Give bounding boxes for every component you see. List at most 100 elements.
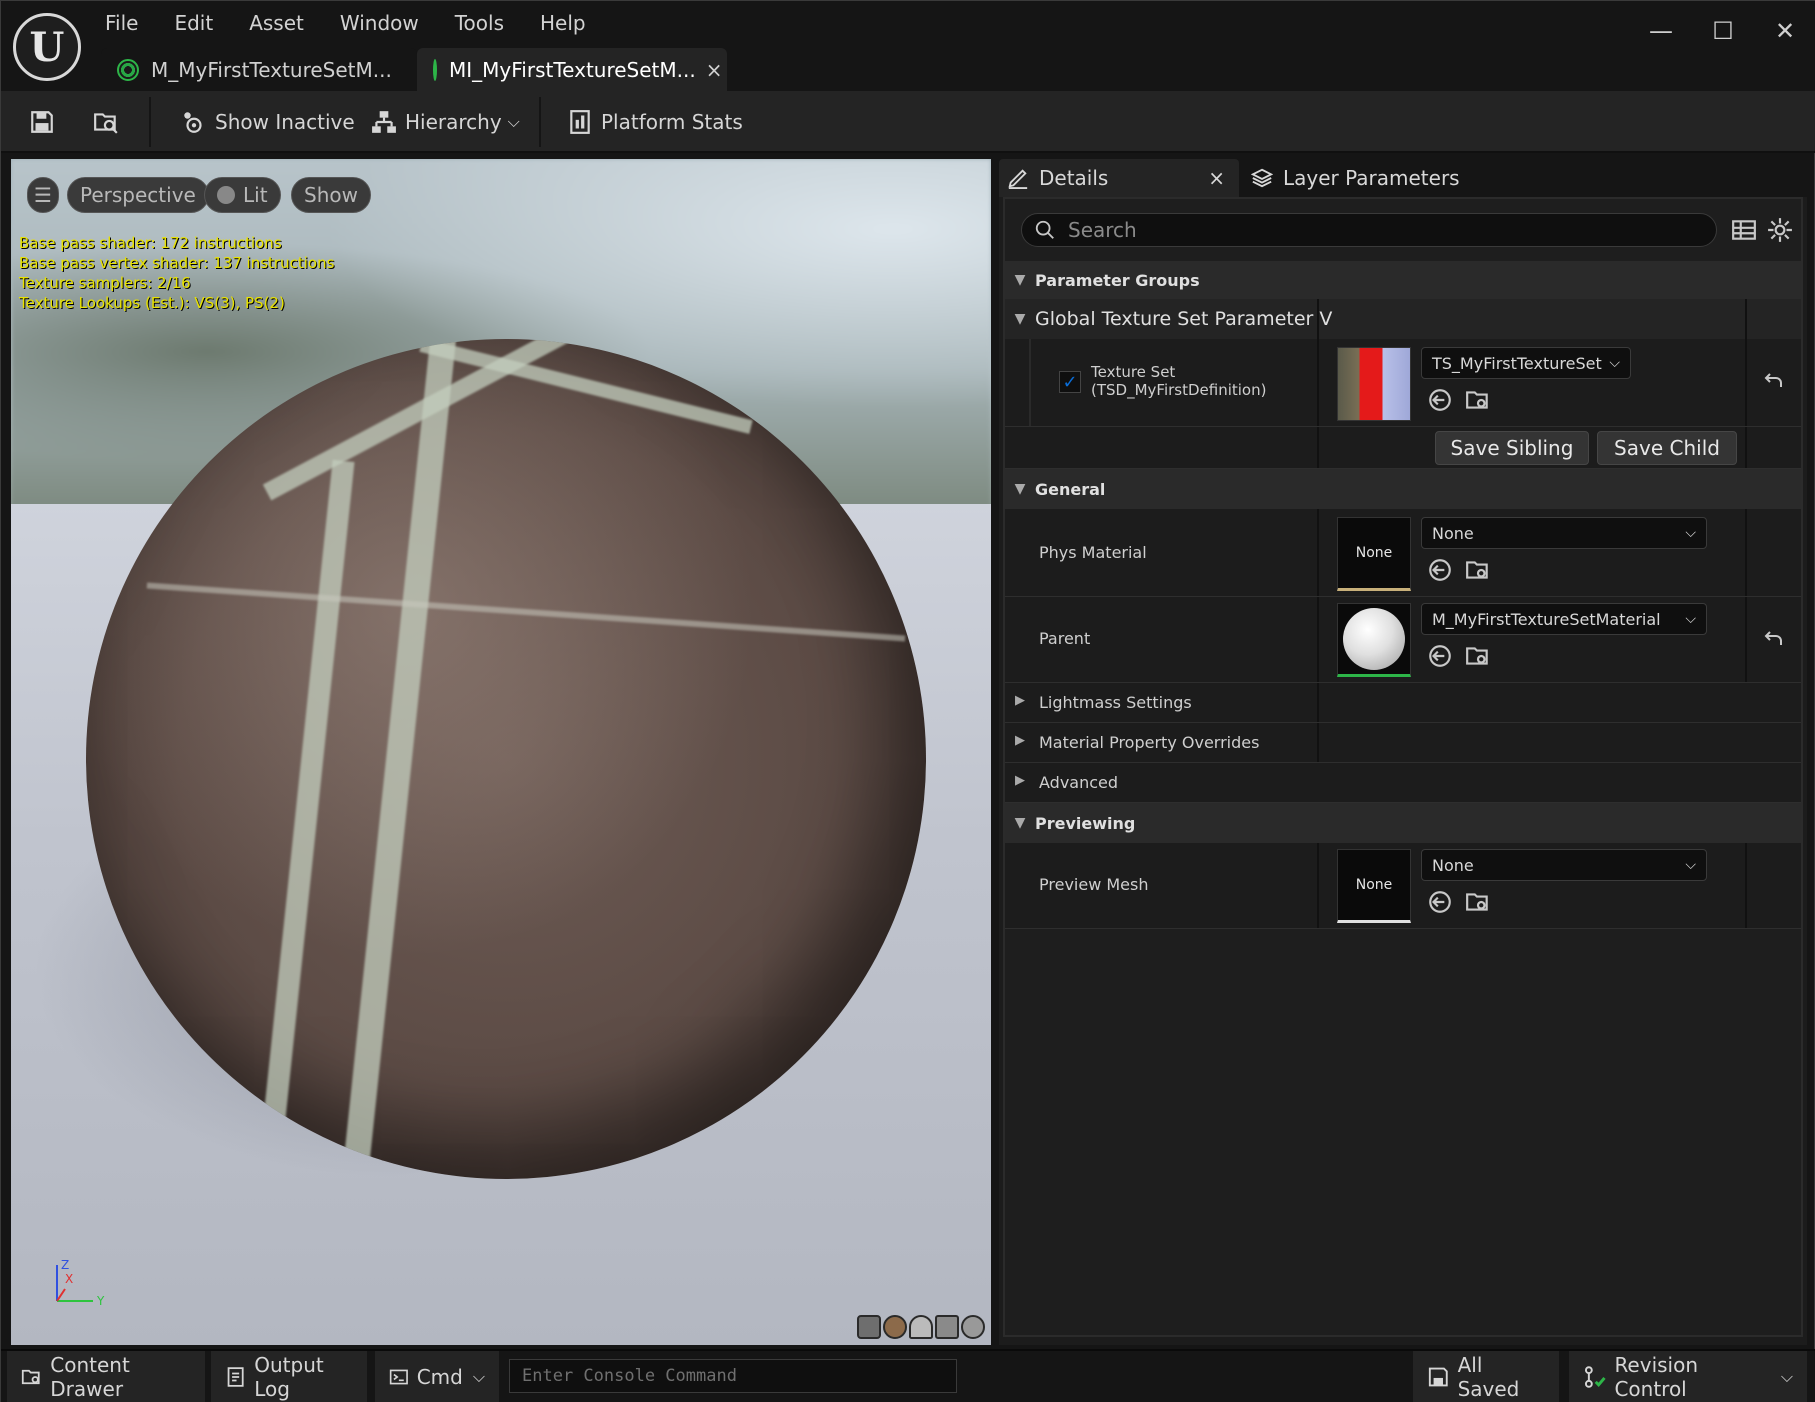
phys-material-combo[interactable]: None ⌵ — [1421, 517, 1707, 549]
texture-set-combo[interactable]: TS_MyFirstTextureSet ⌵ — [1421, 347, 1631, 379]
viewport-menu-button[interactable]: ☰ — [27, 177, 59, 213]
texture-set-row: ✓ Texture Set (TSD_MyFirstDefinition) TS… — [1005, 339, 1801, 427]
cube-icon[interactable] — [935, 1315, 959, 1339]
use-selected-icon[interactable] — [1427, 387, 1453, 413]
menu-tools[interactable]: Tools — [437, 7, 522, 39]
stat-line: Texture Lookups (Est.): VS(3), PS(2) — [19, 294, 285, 312]
save-icon — [31, 111, 53, 133]
table-view-icon[interactable] — [1731, 217, 1757, 243]
preview-mesh-thumbnail[interactable]: None — [1337, 849, 1411, 923]
cmd-label: Cmd — [416, 1365, 463, 1389]
caret-right-icon: ▶ — [1015, 733, 1025, 748]
use-selected-icon[interactable] — [1427, 643, 1453, 669]
phys-material-value: None — [1432, 523, 1474, 543]
revision-control-label: Revision Control — [1614, 1353, 1699, 1401]
material-property-overrides-row[interactable]: ▶ Material Property Overrides — [1005, 723, 1801, 763]
advanced-row[interactable]: ▶ Advanced — [1005, 763, 1801, 803]
menu-asset[interactable]: Asset — [231, 7, 322, 39]
title-bar: U File Edit Asset Window Tools Help — ☐ … — [1, 1, 1815, 91]
texture-set-value: TS_MyFirstTextureSet — [1432, 353, 1602, 373]
column-divider — [1745, 509, 1747, 596]
column-divider — [1317, 723, 1319, 762]
hamburger-icon: ☰ — [34, 183, 52, 207]
column-divider — [1317, 339, 1319, 426]
close-window-button[interactable]: ✕ — [1754, 11, 1815, 51]
maximize-button[interactable]: ☐ — [1692, 11, 1754, 51]
column-divider — [1317, 509, 1319, 596]
viewport[interactable]: ☰ Perspective Lit Show Base pass shader:… — [11, 159, 991, 1345]
axis-gizmo: Z X Y — [56, 1258, 105, 1307]
tab-material-instance[interactable]: MI_MyFirstTextureSetM... × — [417, 48, 727, 91]
revision-control-button[interactable]: Revision Control ⌵ — [1569, 1351, 1807, 1402]
preview-sphere — [86, 339, 926, 1179]
console-placeholder: Enter Console Command — [522, 1366, 737, 1386]
lit-button[interactable]: Lit — [204, 177, 281, 213]
browse-asset-icon[interactable] — [1465, 643, 1491, 669]
show-inactive-button[interactable]: Show Inactive — [181, 91, 355, 153]
toolbar-divider — [539, 97, 541, 147]
teapot-icon[interactable] — [961, 1315, 985, 1339]
lightmass-settings-row[interactable]: ▶ Lightmass Settings — [1005, 683, 1801, 723]
menu-help[interactable]: Help — [522, 7, 604, 39]
content-drawer-label: Content Drawer — [50, 1353, 130, 1401]
section-parameter-groups[interactable]: ▼ Parameter Groups — [1005, 261, 1801, 299]
save-sibling-button[interactable]: Save Sibling — [1435, 431, 1589, 465]
menu-window[interactable]: Window — [322, 7, 437, 39]
console-input[interactable]: Enter Console Command — [509, 1359, 957, 1393]
output-log-button[interactable]: Output Log — [211, 1351, 367, 1402]
close-icon[interactable]: × — [1208, 166, 1225, 190]
browse-asset-icon[interactable] — [1465, 387, 1491, 413]
minimize-button[interactable]: — — [1630, 11, 1692, 51]
lit-sphere-icon — [217, 186, 235, 204]
section-global-texture-set[interactable]: ▼ Global Texture Set Parameter V — [1005, 299, 1801, 339]
search-input[interactable]: Search — [1021, 213, 1717, 247]
tab-material[interactable]: M_MyFirstTextureSetM... — [101, 48, 417, 91]
section-title: Previewing — [1035, 813, 1136, 833]
all-saved-button[interactable]: All Saved — [1413, 1351, 1559, 1402]
reset-to-default-icon[interactable] — [1761, 369, 1785, 393]
phys-material-thumbnail[interactable]: None — [1337, 517, 1411, 591]
browse-button[interactable] — [93, 91, 127, 153]
menu-file[interactable]: File — [87, 7, 156, 39]
unreal-logo-icon[interactable]: U — [13, 13, 81, 81]
save-child-button[interactable]: Save Child — [1597, 431, 1737, 465]
browse-asset-icon[interactable] — [1465, 889, 1491, 915]
texture-set-checkbox[interactable]: ✓ — [1059, 371, 1081, 393]
plane-icon[interactable] — [909, 1315, 933, 1339]
preview-mesh-row: Preview Mesh None None ⌵ — [1005, 843, 1801, 929]
save-button[interactable] — [29, 91, 63, 153]
use-selected-icon[interactable] — [1427, 889, 1453, 915]
settings-gear-icon[interactable] — [1767, 217, 1793, 243]
cylinder-icon[interactable] — [857, 1315, 881, 1339]
cmd-button[interactable]: Cmd ⌵ — [375, 1351, 499, 1402]
tab-layer-parameters-label: Layer Parameters — [1283, 166, 1460, 190]
reset-to-default-icon[interactable] — [1761, 627, 1785, 651]
panel-tabs: Details × Layer Parameters — [999, 159, 1807, 197]
perspective-button[interactable]: Perspective — [67, 177, 209, 213]
content-drawer-button[interactable]: Content Drawer — [7, 1351, 205, 1402]
material-instance-icon — [433, 58, 437, 81]
stat-line: Base pass vertex shader: 137 instruction… — [19, 254, 335, 272]
browse-asset-icon[interactable] — [1465, 557, 1491, 583]
section-general[interactable]: ▼ General — [1005, 469, 1801, 509]
hierarchy-button[interactable]: Hierarchy ⌵ — [371, 91, 520, 153]
material-icon — [117, 58, 139, 81]
preview-mesh-combo[interactable]: None ⌵ — [1421, 849, 1707, 881]
tab-close-icon[interactable]: × — [706, 58, 723, 82]
indent-line — [1029, 339, 1031, 426]
use-selected-icon[interactable] — [1427, 557, 1453, 583]
menu-bar: File Edit Asset Window Tools Help — [87, 7, 604, 39]
platform-stats-button[interactable]: Platform Stats — [567, 91, 743, 153]
show-button[interactable]: Show — [291, 177, 371, 213]
content-drawer-icon — [21, 1369, 40, 1385]
caret-right-icon: ▶ — [1015, 693, 1025, 708]
tab-layer-parameters[interactable]: Layer Parameters — [1251, 159, 1460, 197]
sphere-icon[interactable] — [883, 1315, 907, 1339]
texture-set-thumbnail[interactable] — [1337, 347, 1411, 421]
browse-folder-icon — [94, 113, 118, 134]
parent-thumbnail[interactable] — [1337, 603, 1411, 677]
section-previewing[interactable]: ▼ Previewing — [1005, 803, 1801, 843]
parent-combo[interactable]: M_MyFirstTextureSetMaterial ⌵ — [1421, 603, 1707, 635]
tab-details[interactable]: Details × — [999, 159, 1239, 197]
menu-edit[interactable]: Edit — [156, 7, 231, 39]
